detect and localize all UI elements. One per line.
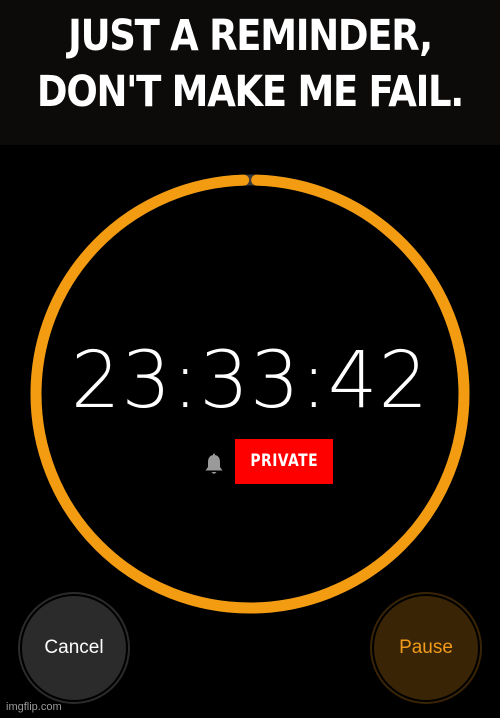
private-badge-label: PRIVATE <box>250 451 318 471</box>
timer-countdown: 23:33:42 <box>70 336 430 426</box>
bell-icon <box>205 453 223 474</box>
imgflip-watermark: imgflip.com <box>6 701 62 713</box>
cancel-button[interactable]: Cancel <box>22 596 126 700</box>
pause-button-label: Pause <box>399 637 453 658</box>
private-badge: PRIVATE <box>235 439 333 484</box>
cancel-button-label: Cancel <box>44 637 104 658</box>
pause-button[interactable]: Pause <box>374 596 478 700</box>
